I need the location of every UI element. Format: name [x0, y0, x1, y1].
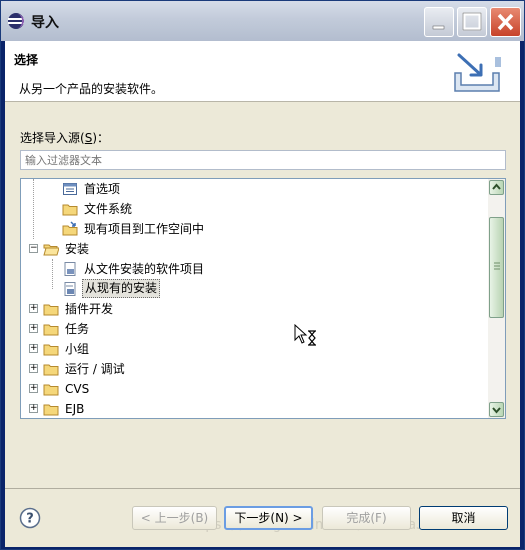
tree-item-label: EJB: [65, 402, 85, 416]
back-button[interactable]: < 上一步(B): [132, 506, 217, 530]
folder-icon: [43, 384, 59, 396]
folder-open-icon: [43, 244, 59, 256]
help-icon[interactable]: ?: [19, 507, 41, 529]
arrow-down-icon: [492, 407, 501, 414]
tree-item[interactable]: − 安装: [21, 239, 489, 259]
tree-item[interactable]: 从文件安装的软件项目: [21, 259, 489, 279]
expand-icon[interactable]: +: [29, 324, 38, 333]
busy-cursor-icon: [294, 324, 316, 346]
watermark: https://blog.csdn.net/MedusaJears: [180, 517, 459, 533]
tree-item[interactable]: 从现有的安装: [21, 279, 489, 299]
tree-item-label: CVS: [65, 382, 90, 396]
tree-item-label: 文件系统: [84, 202, 133, 216]
window-title: 导入: [31, 15, 59, 31]
import-wizard-icon: [454, 53, 501, 92]
import-dialog: 导入 选择 从另一个产品的安装软件。 选择导入源(S)： 首选项文件系统现有项目…: [0, 0, 525, 550]
tree-item[interactable]: + 插件开发: [21, 299, 489, 319]
next-button[interactable]: 下一步(N) >: [224, 506, 313, 530]
close-button[interactable]: [490, 7, 521, 37]
maximize-button[interactable]: [457, 7, 487, 37]
page-description: 从另一个产品的安装软件。: [19, 82, 164, 96]
tree-item[interactable]: + 任务: [21, 319, 489, 339]
tree-item-label: 任务: [65, 322, 90, 336]
collapse-icon[interactable]: −: [29, 244, 38, 253]
finish-button[interactable]: 完成(F): [322, 506, 411, 530]
expand-icon[interactable]: +: [29, 384, 38, 393]
svg-text:?: ?: [26, 512, 34, 527]
tree-item[interactable]: + 小组: [21, 339, 489, 359]
page-title: 选择: [14, 53, 39, 67]
tree-connector-line: [33, 179, 34, 239]
close-icon: [497, 13, 514, 31]
folder-icon: [43, 324, 59, 336]
minimize-button[interactable]: [424, 7, 454, 37]
folder-icon: [62, 204, 78, 216]
arrow-up-icon: [492, 183, 501, 190]
dialog-body: 选择 从另一个产品的安装软件。 选择导入源(S)： 首选项文件系统现有项目到工作…: [5, 41, 520, 547]
title-bar[interactable]: 导入: [1, 1, 524, 41]
install-file-icon: [64, 262, 76, 276]
tree-item-label: 小组: [65, 342, 90, 356]
folder-icon: [43, 344, 59, 356]
folder-icon: [43, 304, 59, 316]
expand-icon[interactable]: +: [29, 364, 38, 373]
tree-item-label: 插件开发: [65, 302, 114, 316]
project-folder-icon: [62, 221, 78, 236]
tree-item-label: 从文件安装的软件项目: [84, 262, 205, 276]
eclipse-icon: [8, 13, 24, 29]
expand-icon[interactable]: +: [29, 404, 38, 413]
tree-item-label: 安装: [65, 242, 90, 256]
filter-input[interactable]: [20, 150, 506, 170]
scroll-down-button[interactable]: [489, 402, 504, 417]
minimize-icon: [432, 25, 445, 30]
tree-item[interactable]: 文件系统: [21, 199, 489, 219]
folder-icon: [43, 404, 59, 416]
tree-item-label: 从现有的安装: [82, 279, 161, 298]
wizard-header: 选择 从另一个产品的安装软件。: [5, 41, 520, 102]
cancel-button[interactable]: 取消: [419, 506, 508, 530]
tree-connector-line: [52, 259, 53, 289]
source-label-suffix: )：: [92, 131, 109, 145]
source-label-prefix: 选择导入源(: [20, 131, 85, 145]
grip-icon: [494, 262, 500, 270]
preferences-icon: [63, 183, 77, 195]
tree-item[interactable]: + CVS: [21, 379, 489, 399]
tree-item[interactable]: + 运行 / 调试: [21, 359, 489, 379]
scroll-up-button[interactable]: [489, 180, 504, 195]
maximize-icon: [462, 12, 482, 31]
tree-item[interactable]: 首选项: [21, 179, 489, 199]
footer-separator: [5, 488, 520, 489]
tree-item[interactable]: + EJB: [21, 399, 489, 418]
folder-icon: [43, 364, 59, 376]
import-source-tree[interactable]: 首选项文件系统现有项目到工作空间中 − 安装从文件安装的软件项目从现有的安装 + 插件开…: [20, 178, 506, 419]
tree-item[interactable]: 现有项目到工作空间中: [21, 219, 489, 239]
install-existing-icon: [64, 282, 76, 296]
scroll-thumb[interactable]: [489, 217, 504, 318]
source-label: 选择导入源(S)：: [20, 129, 109, 146]
expand-icon[interactable]: +: [29, 344, 38, 353]
tree-item-label: 首选项: [84, 182, 121, 196]
tree-scrollbar[interactable]: [488, 179, 505, 418]
expand-icon[interactable]: +: [29, 304, 38, 313]
tree-item-label: 运行 / 调试: [65, 362, 125, 376]
tree-item-label: 现有项目到工作空间中: [84, 222, 205, 236]
